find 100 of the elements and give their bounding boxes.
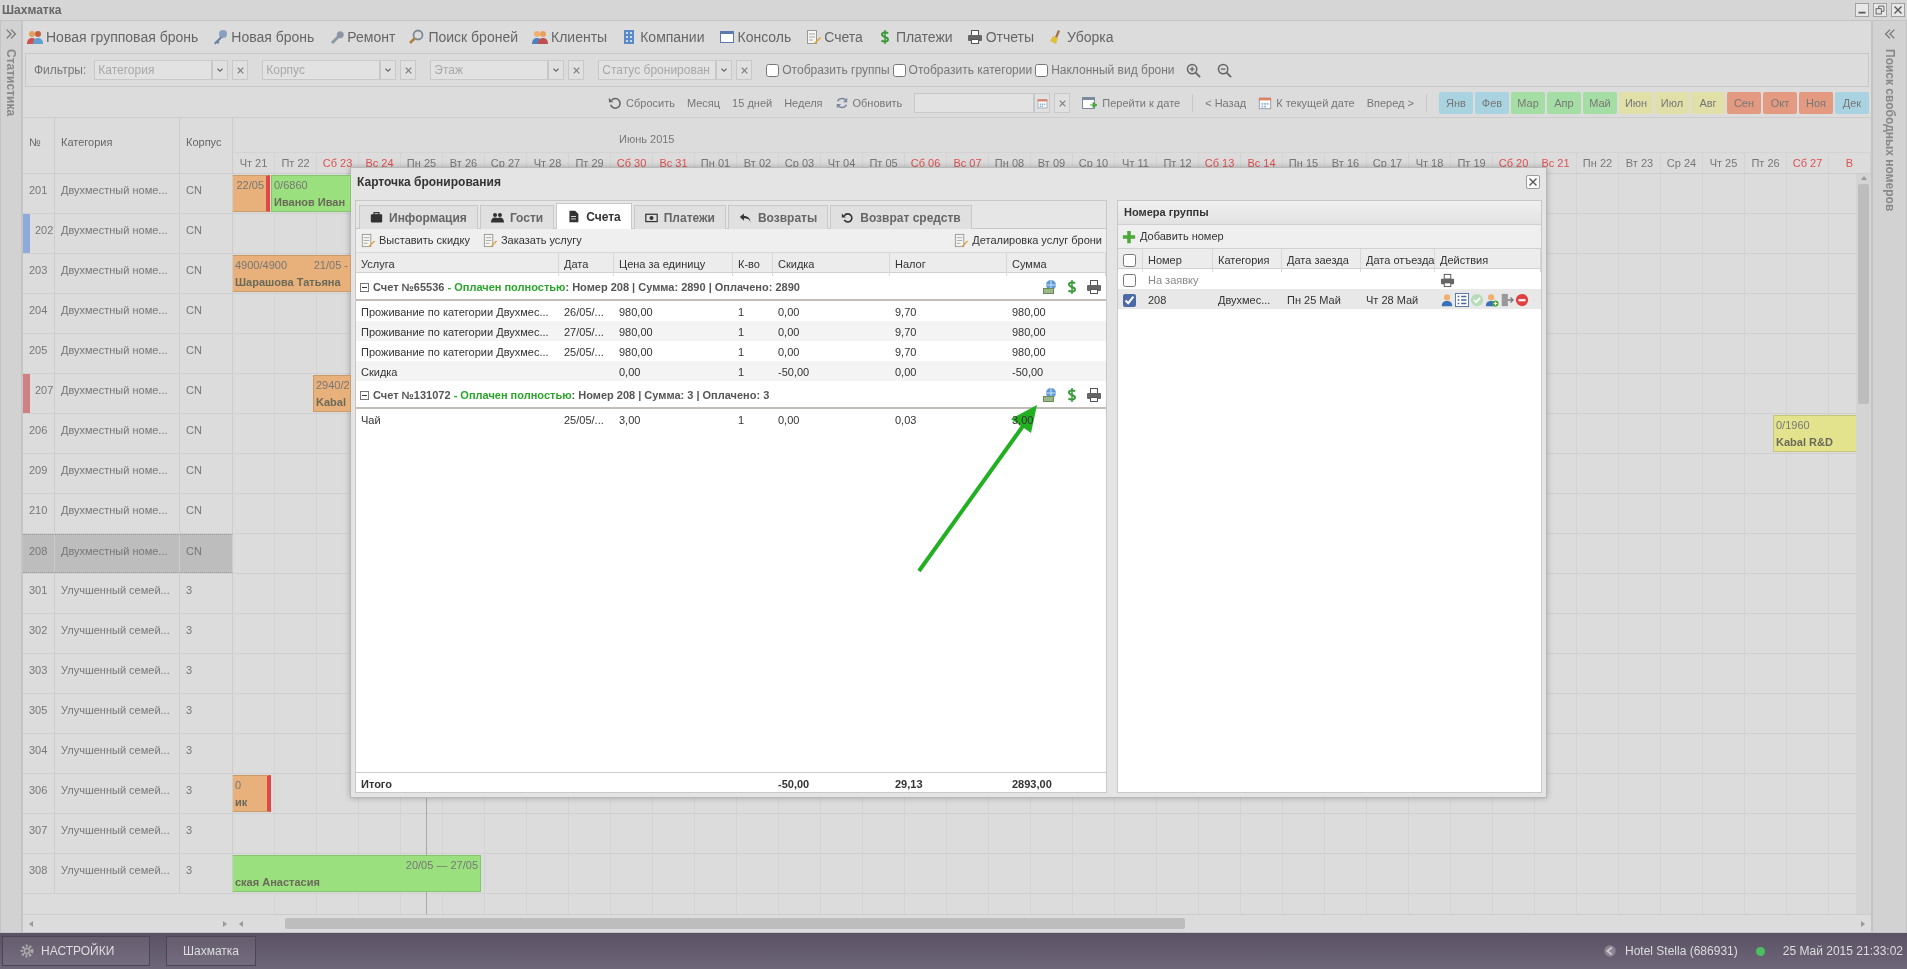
checkbox[interactable]: [1035, 63, 1049, 77]
collapse-icon[interactable]: [360, 282, 369, 292]
panel-title[interactable]: Поиск свободных номеров: [1880, 49, 1899, 212]
taskbar-button[interactable]: Шахматка: [166, 936, 256, 966]
close-icon[interactable]: [1526, 175, 1540, 189]
dropdown-button[interactable]: [548, 60, 565, 80]
booking-bar[interactable]: 20/05 — 27/05 ская Анастасия: [233, 855, 481, 892]
restore-icon[interactable]: [1873, 3, 1887, 17]
month-button[interactable]: Янв: [1439, 92, 1473, 114]
table-row[interactable]: На заявку: [1118, 269, 1541, 289]
settings-button[interactable]: НАСТРОЙКИ: [2, 936, 150, 966]
checkbox[interactable]: [1123, 293, 1136, 307]
exit-icon[interactable]: [1500, 293, 1514, 308]
month-button[interactable]: Июн: [1619, 92, 1653, 114]
expand-icon[interactable]: [4, 27, 18, 41]
filter-select[interactable]: Статус бронирован: [598, 60, 717, 80]
clear-button[interactable]: [736, 60, 753, 80]
toolbar-button[interactable]: Платежи: [876, 26, 953, 48]
toolbar-button[interactable]: Новая бронь: [212, 26, 315, 48]
booking-bar[interactable]: 22/05: [233, 175, 270, 212]
check-icon[interactable]: [1470, 293, 1484, 308]
refresh-button[interactable]: Обновить: [834, 94, 903, 112]
view-button[interactable]: Месяц: [686, 94, 721, 112]
toolbar-button[interactable]: Уборка: [1048, 26, 1114, 48]
column-header[interactable]: Скидка: [773, 253, 890, 276]
column-header[interactable]: Корпус: [180, 118, 233, 173]
forward-button[interactable]: Вперед >: [1366, 94, 1414, 112]
column-header[interactable]: Категория: [1213, 249, 1282, 272]
toolbar-button[interactable]: Заказать услугу: [481, 232, 582, 249]
month-button[interactable]: Июл: [1655, 92, 1689, 114]
booking-bar[interactable]: 0 ик: [233, 775, 271, 812]
globe-money-icon[interactable]: [1042, 387, 1058, 403]
booking-bar[interactable]: 0/1960 Kabal R&D: [1773, 415, 1856, 452]
column-header[interactable]: Дата отъезда: [1361, 249, 1435, 272]
globe-money-icon[interactable]: [1042, 279, 1058, 295]
column-header[interactable]: К-во: [733, 253, 773, 276]
delete-icon[interactable]: [1515, 293, 1529, 308]
dropdown-button[interactable]: [716, 60, 733, 80]
person-icon[interactable]: [1440, 293, 1454, 308]
filter-select[interactable]: Этаж: [430, 60, 549, 80]
zoom-in-icon[interactable]: [1185, 62, 1201, 78]
toolbar-button[interactable]: Клиенты: [532, 26, 608, 48]
tab[interactable]: Счета: [556, 203, 632, 229]
clear-button[interactable]: [400, 60, 417, 80]
checkbox[interactable]: [766, 63, 780, 77]
tab[interactable]: Информация: [359, 205, 478, 229]
printer-icon[interactable]: [1440, 272, 1455, 288]
booking-bar[interactable]: 4900/4900 21/05 - Шарашова Татьяна: [233, 255, 351, 292]
minimize-icon[interactable]: [1855, 3, 1869, 17]
zoom-out-icon[interactable]: [1216, 62, 1232, 78]
toolbar-button[interactable]: Консоль: [718, 26, 792, 48]
scrollbar[interactable]: [1856, 174, 1871, 914]
column-header[interactable]: Цена за единицу: [614, 253, 733, 276]
panel-title[interactable]: Статистика: [2, 49, 20, 117]
column-header[interactable]: Номер: [1143, 249, 1213, 272]
list-icon[interactable]: [1455, 293, 1469, 308]
month-button[interactable]: Мар: [1511, 92, 1545, 114]
toolbar-button[interactable]: Компании: [621, 26, 705, 48]
column-header[interactable]: Дата: [559, 253, 614, 276]
toolbar-button[interactable]: Ремонт: [328, 26, 396, 48]
scroll-right-icon[interactable]: [1859, 919, 1867, 928]
view-button[interactable]: Неделя: [784, 94, 823, 112]
column-header[interactable]: Налог: [890, 253, 1007, 276]
today-button[interactable]: К текущей дате: [1258, 94, 1355, 112]
filter-select[interactable]: Корпус: [262, 60, 381, 80]
column-header[interactable]: Действия: [1435, 249, 1541, 272]
go-to-date-button[interactable]: Перейти к дате: [1082, 94, 1181, 112]
booking-bar[interactable]: 0/6860 Иванов Иван: [271, 175, 351, 212]
column-header[interactable]: №: [23, 118, 55, 173]
filter-select[interactable]: Категория: [94, 60, 213, 80]
scroll-left-icon[interactable]: [27, 919, 35, 928]
add-person-icon[interactable]: [1485, 293, 1499, 308]
column-header[interactable]: Услуга: [356, 253, 559, 276]
month-button[interactable]: Дек: [1835, 92, 1869, 114]
column-header[interactable]: Сумма: [1007, 253, 1106, 276]
booking-bar[interactable]: 2940/2 Kabal: [313, 375, 351, 412]
clear-button[interactable]: [1054, 93, 1071, 113]
toolbar-button[interactable]: Выставить скидку: [360, 232, 470, 249]
table-row[interactable]: 208 Двухмес... Пн 25 Май Чт 28 Май: [1118, 289, 1541, 309]
tab[interactable]: Возврат средств: [830, 205, 972, 229]
tab[interactable]: Возвраты: [727, 205, 829, 229]
scroll-up-icon[interactable]: [1859, 174, 1868, 182]
dropdown-button[interactable]: [212, 60, 229, 80]
reset-button[interactable]: Сбросить: [608, 94, 675, 112]
toolbar-button[interactable]: Деталировка услуг брони: [953, 232, 1102, 249]
toolbar-button[interactable]: Новая групповая бронь: [27, 26, 199, 48]
checkbox[interactable]: [1123, 253, 1136, 267]
tab[interactable]: Гости: [479, 205, 555, 229]
printer-icon[interactable]: [1086, 279, 1102, 295]
month-button[interactable]: Апр: [1547, 92, 1581, 114]
checkbox[interactable]: [1123, 273, 1136, 287]
clear-button[interactable]: [568, 60, 585, 80]
tab[interactable]: Платежи: [633, 205, 726, 229]
back-button[interactable]: < Назад: [1205, 94, 1247, 112]
month-button[interactable]: Авг: [1691, 92, 1725, 114]
printer-icon[interactable]: [1086, 387, 1102, 403]
scroll-right-icon[interactable]: [221, 919, 229, 928]
close-icon[interactable]: [1891, 3, 1905, 17]
view-button[interactable]: 15 дней: [732, 94, 773, 112]
date-picker-button[interactable]: [1034, 93, 1051, 113]
